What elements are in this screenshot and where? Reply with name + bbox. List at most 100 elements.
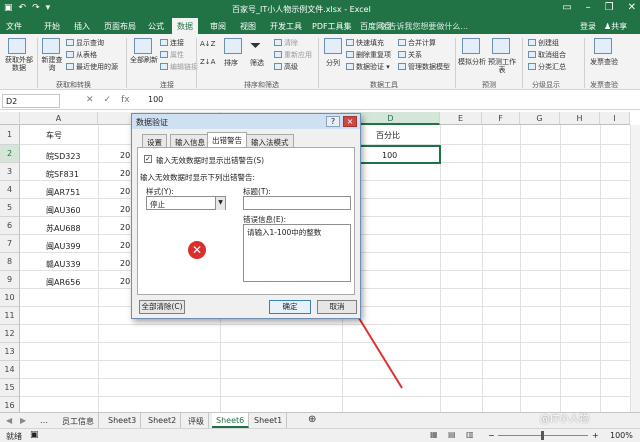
page-layout-icon[interactable]: ▤ <box>448 430 456 439</box>
zoom-out-button[interactable]: − <box>488 431 495 440</box>
row-header[interactable]: 10 <box>0 289 20 307</box>
tab-review[interactable]: 审阅 <box>210 21 226 32</box>
restore-button[interactable]: ❐ <box>605 2 614 13</box>
help-button[interactable]: ? <box>326 116 340 127</box>
tab-insert[interactable]: 插入 <box>74 21 90 32</box>
advanced-filter-button[interactable]: 高级 <box>274 62 298 72</box>
tab-formulas[interactable]: 公式 <box>148 21 164 32</box>
ok-button[interactable]: 确定 <box>269 300 311 314</box>
minimize-button[interactable]: – <box>586 2 591 13</box>
ungroup-button[interactable]: 取消组合 <box>528 50 566 60</box>
sort-descending-button[interactable]: Z↓A <box>200 58 215 66</box>
forecast-sheet-button[interactable]: 预测工作表 <box>488 58 516 74</box>
sheet-tab-active[interactable]: Sheet6 <box>212 413 250 428</box>
prev-sheet-icon[interactable]: ◀ <box>2 413 16 428</box>
clear-all-button[interactable]: 全部清除(C) <box>139 300 185 314</box>
recent-sources-button[interactable]: 最近使用的源 <box>66 62 118 72</box>
new-query-button[interactable]: 新建查询 <box>40 56 64 72</box>
tab-home[interactable]: 开始 <box>44 21 60 32</box>
column-header[interactable]: E <box>440 112 482 125</box>
relationships-button[interactable]: 关系 <box>398 50 422 60</box>
tab-developer[interactable]: 开发工具 <box>270 21 302 32</box>
page-break-icon[interactable]: ▥ <box>466 430 474 439</box>
row-header[interactable]: 12 <box>0 325 20 343</box>
cell-B9[interactable]: 20 <box>120 277 130 286</box>
ribbon-options-icon[interactable]: ▭ <box>562 2 571 13</box>
row-header[interactable]: 5 <box>0 199 20 217</box>
row-header[interactable]: 3 <box>0 163 20 181</box>
zoom-in-button[interactable]: + <box>592 431 599 440</box>
flash-fill-button[interactable]: 快速填充 <box>346 38 384 48</box>
cell-A4[interactable]: 闽AR751 <box>46 187 80 198</box>
zoom-level[interactable]: 100% <box>610 431 633 440</box>
normal-view-icon[interactable]: ▦ <box>430 430 438 439</box>
show-error-checkbox[interactable]: ✓ <box>144 155 152 163</box>
row-header[interactable]: 9 <box>0 271 20 289</box>
close-button[interactable]: ✕ <box>628 2 636 13</box>
redo-icon[interactable]: ↷ <box>32 3 40 13</box>
cell-D1[interactable]: 百分比 <box>376 130 400 141</box>
enter-icon[interactable]: ✓ <box>104 95 112 105</box>
cell-A5[interactable]: 闽AU360 <box>46 205 81 216</box>
share-button[interactable]: ♟共享 <box>604 21 627 32</box>
tab-file[interactable]: 文件 <box>6 21 22 32</box>
column-header[interactable]: G <box>520 112 560 125</box>
cell-A9[interactable]: 闽AR656 <box>46 277 80 288</box>
text-to-columns-button[interactable]: 分列 <box>326 58 340 68</box>
cancel-icon[interactable]: ✕ <box>86 95 94 105</box>
from-table-button[interactable]: 从表格 <box>66 50 97 60</box>
cell-A6[interactable]: 苏AU688 <box>46 223 81 234</box>
sort-button[interactable]: 排序 <box>224 58 238 68</box>
row-header[interactable]: 7 <box>0 235 20 253</box>
tab-pdf-tools[interactable]: PDF工具集 <box>312 21 352 32</box>
cell-B4[interactable]: 20 <box>120 187 130 196</box>
tab-view[interactable]: 视图 <box>240 21 256 32</box>
cancel-button[interactable]: 取消 <box>317 300 357 314</box>
cell-B6[interactable]: 20 <box>120 223 130 232</box>
remove-duplicates-button[interactable]: 删除重复项 <box>346 50 391 60</box>
row-header[interactable]: 13 <box>0 343 20 361</box>
cell-B2[interactable]: 20 <box>120 151 130 160</box>
edit-links-button[interactable]: 编辑链接 <box>160 62 198 72</box>
row-header[interactable]: 8 <box>0 253 20 271</box>
reapply-button[interactable]: 重新应用 <box>274 50 312 60</box>
show-queries-button[interactable]: 显示查询 <box>66 38 104 48</box>
sheet-tab[interactable]: Sheet2 <box>144 413 182 428</box>
cell-A2[interactable]: 皖SD323 <box>46 151 81 162</box>
more-sheets-icon[interactable]: … <box>36 413 52 428</box>
cell-A8[interactable]: 赣AU339 <box>46 259 81 270</box>
manage-data-model-button[interactable]: 管理数据模型 <box>398 62 450 72</box>
filter-button[interactable]: 筛选 <box>250 58 264 68</box>
row-header[interactable]: 6 <box>0 217 20 235</box>
login-link[interactable]: 登录 <box>580 21 596 32</box>
row-header[interactable]: 2 <box>0 145 20 163</box>
tab-ime-mode[interactable]: 输入法模式 <box>246 134 294 147</box>
add-sheet-icon[interactable]: ⊕ <box>304 413 320 428</box>
vertical-scrollbar[interactable] <box>630 125 640 412</box>
style-select[interactable]: 停止 ▼ <box>146 196 226 210</box>
name-box[interactable]: D2 <box>2 94 60 108</box>
dialog-close-button[interactable]: × <box>343 116 357 127</box>
cell-B7[interactable]: 20 <box>120 241 130 250</box>
zoom-slider-thumb[interactable] <box>541 431 544 440</box>
cell-A3[interactable]: 皖SF831 <box>46 169 79 180</box>
quick-access-dropdown-icon[interactable]: ▾ <box>46 3 51 13</box>
tab-input-message[interactable]: 输入信息 <box>170 134 210 147</box>
next-sheet-icon[interactable]: ▶ <box>16 413 30 428</box>
insert-function-icon[interactable]: fx <box>121 95 130 105</box>
connections-button[interactable]: 连接 <box>160 38 184 48</box>
error-message-textarea[interactable]: 请输入1-100中的整数 <box>243 224 351 282</box>
macro-record-icon[interactable]: ▣ <box>30 430 39 440</box>
row-header[interactable]: 1 <box>0 125 20 145</box>
tab-data[interactable]: 数据 <box>172 18 198 34</box>
sort-ascending-button[interactable]: A↓Z <box>200 40 215 48</box>
group-button[interactable]: 创建组 <box>528 38 559 48</box>
cell-B5[interactable]: 20 <box>120 205 130 214</box>
data-validation-button[interactable]: 数据验证 ▾ <box>346 62 390 72</box>
subtotal-button[interactable]: 分类汇总 <box>528 62 566 72</box>
refresh-all-button[interactable]: 全部刷新 <box>130 56 158 64</box>
tab-error-alert[interactable]: 出错警告 <box>207 132 247 148</box>
get-external-data-button[interactable]: 获取外部数据 <box>4 56 34 72</box>
consolidate-button[interactable]: 合并计算 <box>398 38 436 48</box>
sheet-tab[interactable]: Sheet3 <box>104 413 142 428</box>
